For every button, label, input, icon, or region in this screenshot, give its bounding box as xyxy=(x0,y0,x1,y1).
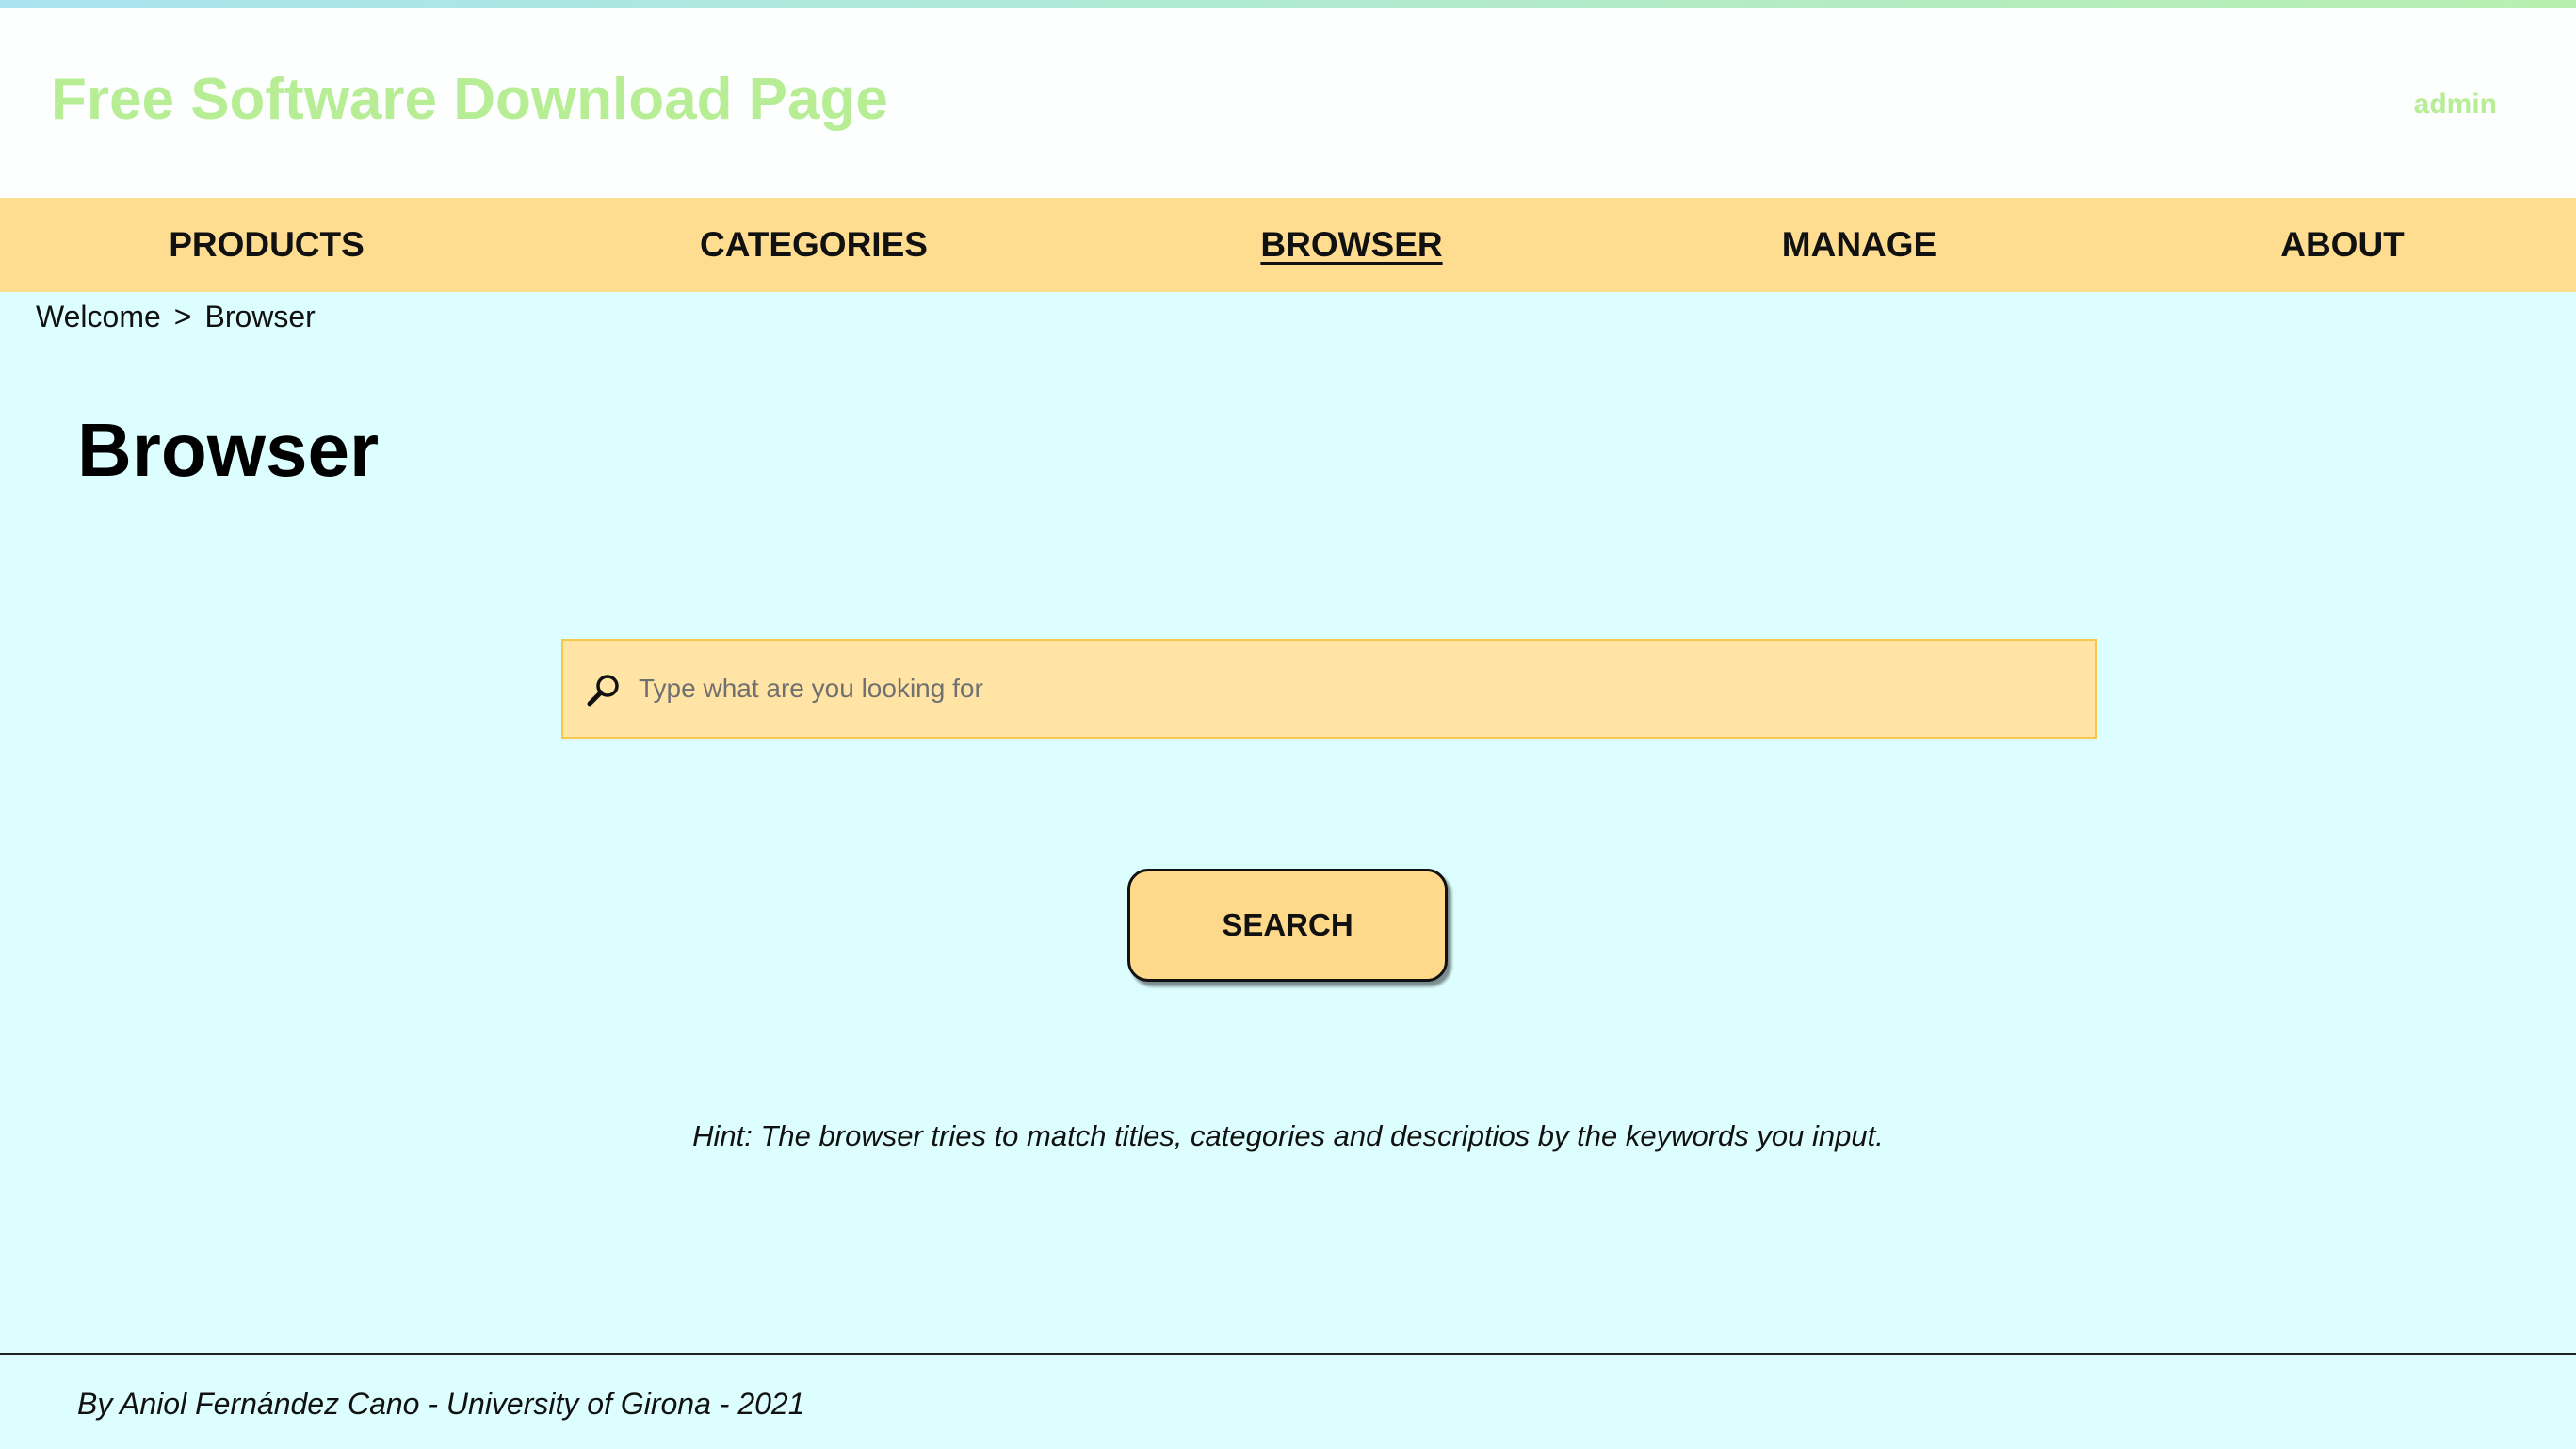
search-input[interactable] xyxy=(639,641,2070,737)
top-accent-strip xyxy=(0,0,2576,8)
hint-text: Hint: The browser tries to match titles,… xyxy=(692,1119,1884,1152)
nav-item-categories[interactable]: CATEGORIES xyxy=(700,198,928,292)
breadcrumb-item-welcome[interactable]: Welcome xyxy=(36,300,161,334)
search-button[interactable]: SEARCH xyxy=(1127,869,1448,982)
footer-credits: By Aniol Fernández Cano - University of … xyxy=(77,1387,805,1421)
site-title[interactable]: Free Software Download Page xyxy=(51,66,888,133)
page-title: Browser xyxy=(77,408,380,492)
breadcrumb-separator: > xyxy=(173,300,192,334)
nav-item-browser[interactable]: BROWSER xyxy=(1260,198,1442,292)
site-header: Free Software Download Page admin xyxy=(0,8,2576,198)
nav-item-about[interactable]: ABOUT xyxy=(2280,198,2405,292)
main-nav: PRODUCTS CATEGORIES BROWSER MANAGE ABOUT xyxy=(0,198,2576,292)
search-icon xyxy=(584,671,624,710)
nav-item-manage[interactable]: MANAGE xyxy=(1782,198,1936,292)
search-field[interactable] xyxy=(561,639,2097,739)
nav-item-products[interactable]: PRODUCTS xyxy=(169,198,365,292)
site-footer: By Aniol Fernández Cano - University of … xyxy=(0,1353,2576,1449)
user-menu-link[interactable]: admin xyxy=(2414,89,2497,121)
breadcrumb-item-browser: Browser xyxy=(204,300,316,334)
breadcrumb: Welcome > Browser xyxy=(36,300,316,334)
